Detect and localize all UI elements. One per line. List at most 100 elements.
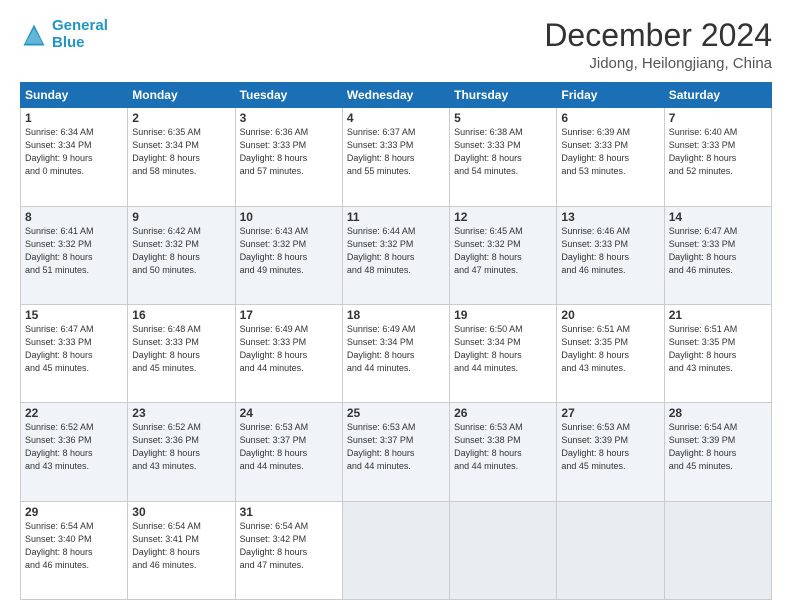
calendar-cell: 5Sunrise: 6:38 AM Sunset: 3:33 PM Daylig… — [450, 108, 557, 206]
calendar-cell — [342, 501, 449, 599]
day-info: Sunrise: 6:52 AM Sunset: 3:36 PM Dayligh… — [25, 421, 123, 473]
day-info: Sunrise: 6:51 AM Sunset: 3:35 PM Dayligh… — [669, 323, 767, 375]
weekday-header: Thursday — [450, 83, 557, 108]
day-info: Sunrise: 6:54 AM Sunset: 3:40 PM Dayligh… — [25, 520, 123, 572]
calendar-header-row: SundayMondayTuesdayWednesdayThursdayFrid… — [21, 83, 772, 108]
day-number: 12 — [454, 210, 552, 224]
calendar-cell: 23Sunrise: 6:52 AM Sunset: 3:36 PM Dayli… — [128, 403, 235, 501]
day-info: Sunrise: 6:42 AM Sunset: 3:32 PM Dayligh… — [132, 225, 230, 277]
day-info: Sunrise: 6:47 AM Sunset: 3:33 PM Dayligh… — [25, 323, 123, 375]
day-number: 4 — [347, 111, 445, 125]
day-info: Sunrise: 6:53 AM Sunset: 3:37 PM Dayligh… — [240, 421, 338, 473]
calendar-cell: 31Sunrise: 6:54 AM Sunset: 3:42 PM Dayli… — [235, 501, 342, 599]
day-number: 30 — [132, 505, 230, 519]
day-number: 11 — [347, 210, 445, 224]
day-info: Sunrise: 6:53 AM Sunset: 3:39 PM Dayligh… — [561, 421, 659, 473]
weekday-header: Friday — [557, 83, 664, 108]
day-number: 20 — [561, 308, 659, 322]
day-number: 22 — [25, 406, 123, 420]
day-info: Sunrise: 6:53 AM Sunset: 3:38 PM Dayligh… — [454, 421, 552, 473]
day-info: Sunrise: 6:38 AM Sunset: 3:33 PM Dayligh… — [454, 126, 552, 178]
day-info: Sunrise: 6:48 AM Sunset: 3:33 PM Dayligh… — [132, 323, 230, 375]
calendar-cell: 25Sunrise: 6:53 AM Sunset: 3:37 PM Dayli… — [342, 403, 449, 501]
day-info: Sunrise: 6:52 AM Sunset: 3:36 PM Dayligh… — [132, 421, 230, 473]
calendar-week-row: 15Sunrise: 6:47 AM Sunset: 3:33 PM Dayli… — [21, 304, 772, 402]
weekday-header: Sunday — [21, 83, 128, 108]
day-number: 3 — [240, 111, 338, 125]
day-info: Sunrise: 6:35 AM Sunset: 3:34 PM Dayligh… — [132, 126, 230, 178]
day-number: 1 — [25, 111, 123, 125]
calendar-cell: 3Sunrise: 6:36 AM Sunset: 3:33 PM Daylig… — [235, 108, 342, 206]
calendar-cell: 13Sunrise: 6:46 AM Sunset: 3:33 PM Dayli… — [557, 206, 664, 304]
calendar-cell: 8Sunrise: 6:41 AM Sunset: 3:32 PM Daylig… — [21, 206, 128, 304]
calendar-cell: 19Sunrise: 6:50 AM Sunset: 3:34 PM Dayli… — [450, 304, 557, 402]
calendar-week-row: 22Sunrise: 6:52 AM Sunset: 3:36 PM Dayli… — [21, 403, 772, 501]
day-number: 17 — [240, 308, 338, 322]
weekday-header: Saturday — [664, 83, 771, 108]
page: General Blue December 2024 Jidong, Heilo… — [0, 0, 792, 612]
day-number: 27 — [561, 406, 659, 420]
day-info: Sunrise: 6:46 AM Sunset: 3:33 PM Dayligh… — [561, 225, 659, 277]
logo-text: General Blue — [52, 18, 108, 51]
day-info: Sunrise: 6:54 AM Sunset: 3:39 PM Dayligh… — [669, 421, 767, 473]
day-number: 10 — [240, 210, 338, 224]
calendar-week-row: 8Sunrise: 6:41 AM Sunset: 3:32 PM Daylig… — [21, 206, 772, 304]
day-info: Sunrise: 6:49 AM Sunset: 3:34 PM Dayligh… — [347, 323, 445, 375]
logo-icon — [20, 21, 48, 49]
logo-general: General — [52, 17, 108, 34]
day-info: Sunrise: 6:49 AM Sunset: 3:33 PM Dayligh… — [240, 323, 338, 375]
day-info: Sunrise: 6:54 AM Sunset: 3:42 PM Dayligh… — [240, 520, 338, 572]
calendar-cell: 6Sunrise: 6:39 AM Sunset: 3:33 PM Daylig… — [557, 108, 664, 206]
weekday-header: Wednesday — [342, 83, 449, 108]
calendar-cell: 28Sunrise: 6:54 AM Sunset: 3:39 PM Dayli… — [664, 403, 771, 501]
day-info: Sunrise: 6:43 AM Sunset: 3:32 PM Dayligh… — [240, 225, 338, 277]
day-info: Sunrise: 6:39 AM Sunset: 3:33 PM Dayligh… — [561, 126, 659, 178]
logo: General Blue — [20, 18, 108, 51]
day-number: 9 — [132, 210, 230, 224]
calendar-cell: 1Sunrise: 6:34 AM Sunset: 3:34 PM Daylig… — [21, 108, 128, 206]
calendar-cell: 4Sunrise: 6:37 AM Sunset: 3:33 PM Daylig… — [342, 108, 449, 206]
calendar-cell: 12Sunrise: 6:45 AM Sunset: 3:32 PM Dayli… — [450, 206, 557, 304]
day-number: 13 — [561, 210, 659, 224]
day-number: 5 — [454, 111, 552, 125]
main-title: December 2024 — [544, 18, 772, 53]
calendar-cell: 14Sunrise: 6:47 AM Sunset: 3:33 PM Dayli… — [664, 206, 771, 304]
day-number: 23 — [132, 406, 230, 420]
day-info: Sunrise: 6:51 AM Sunset: 3:35 PM Dayligh… — [561, 323, 659, 375]
weekday-header: Monday — [128, 83, 235, 108]
calendar-cell: 18Sunrise: 6:49 AM Sunset: 3:34 PM Dayli… — [342, 304, 449, 402]
day-number: 24 — [240, 406, 338, 420]
calendar-table: SundayMondayTuesdayWednesdayThursdayFrid… — [20, 82, 772, 600]
day-info: Sunrise: 6:45 AM Sunset: 3:32 PM Dayligh… — [454, 225, 552, 277]
title-block: December 2024 Jidong, Heilongjiang, Chin… — [544, 18, 772, 72]
day-info: Sunrise: 6:41 AM Sunset: 3:32 PM Dayligh… — [25, 225, 123, 277]
calendar-cell: 30Sunrise: 6:54 AM Sunset: 3:41 PM Dayli… — [128, 501, 235, 599]
day-info: Sunrise: 6:37 AM Sunset: 3:33 PM Dayligh… — [347, 126, 445, 178]
day-number: 7 — [669, 111, 767, 125]
weekday-header: Tuesday — [235, 83, 342, 108]
calendar-cell: 24Sunrise: 6:53 AM Sunset: 3:37 PM Dayli… — [235, 403, 342, 501]
day-number: 18 — [347, 308, 445, 322]
calendar-cell: 20Sunrise: 6:51 AM Sunset: 3:35 PM Dayli… — [557, 304, 664, 402]
day-info: Sunrise: 6:44 AM Sunset: 3:32 PM Dayligh… — [347, 225, 445, 277]
day-number: 16 — [132, 308, 230, 322]
day-number: 6 — [561, 111, 659, 125]
day-number: 15 — [25, 308, 123, 322]
calendar-cell: 17Sunrise: 6:49 AM Sunset: 3:33 PM Dayli… — [235, 304, 342, 402]
day-number: 26 — [454, 406, 552, 420]
day-info: Sunrise: 6:40 AM Sunset: 3:33 PM Dayligh… — [669, 126, 767, 178]
calendar-week-row: 29Sunrise: 6:54 AM Sunset: 3:40 PM Dayli… — [21, 501, 772, 599]
day-number: 14 — [669, 210, 767, 224]
day-number: 25 — [347, 406, 445, 420]
calendar-cell: 21Sunrise: 6:51 AM Sunset: 3:35 PM Dayli… — [664, 304, 771, 402]
calendar-cell: 11Sunrise: 6:44 AM Sunset: 3:32 PM Dayli… — [342, 206, 449, 304]
calendar-cell: 22Sunrise: 6:52 AM Sunset: 3:36 PM Dayli… — [21, 403, 128, 501]
day-number: 29 — [25, 505, 123, 519]
day-info: Sunrise: 6:53 AM Sunset: 3:37 PM Dayligh… — [347, 421, 445, 473]
day-info: Sunrise: 6:50 AM Sunset: 3:34 PM Dayligh… — [454, 323, 552, 375]
day-number: 2 — [132, 111, 230, 125]
calendar-cell — [664, 501, 771, 599]
calendar-cell: 7Sunrise: 6:40 AM Sunset: 3:33 PM Daylig… — [664, 108, 771, 206]
calendar-cell: 10Sunrise: 6:43 AM Sunset: 3:32 PM Dayli… — [235, 206, 342, 304]
day-number: 28 — [669, 406, 767, 420]
